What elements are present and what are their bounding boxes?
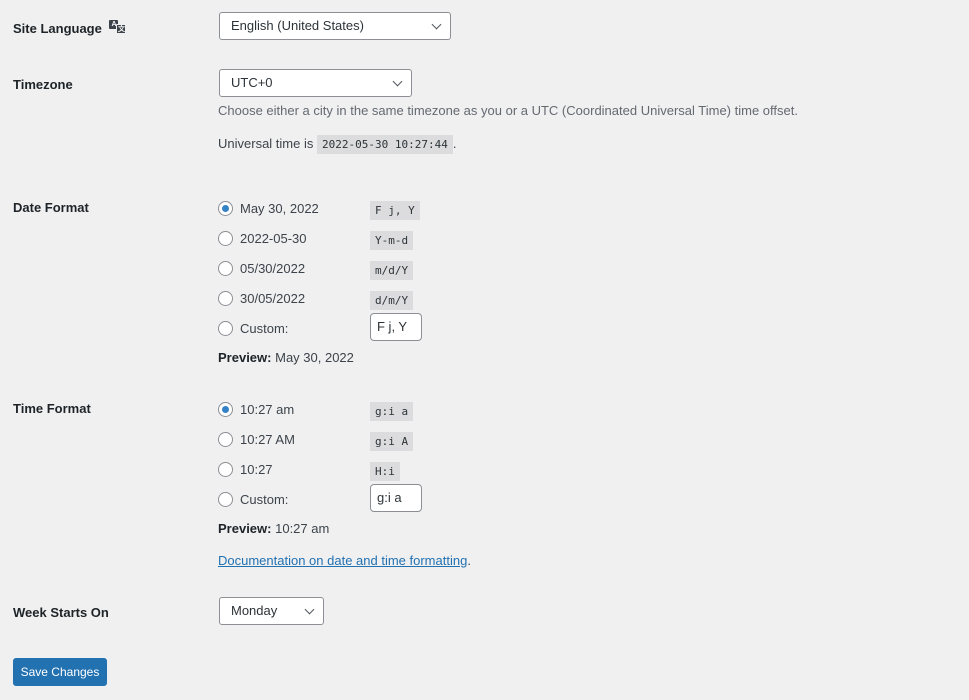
- date-option-label: 30/05/2022: [240, 291, 306, 306]
- time-option[interactable]: 10:27 am: [218, 402, 294, 417]
- time-custom-label: Custom:: [240, 492, 289, 507]
- time-preview-label: Preview:: [218, 521, 272, 536]
- date-custom-label: Custom:: [240, 321, 289, 336]
- chevron-down-icon: [431, 19, 442, 30]
- date-option[interactable]: 05/30/2022: [218, 261, 305, 276]
- date-format-label: Date Format: [13, 200, 89, 215]
- documentation-link-row: Documentation on date and time formattin…: [218, 553, 471, 568]
- universal-time-value: 2022-05-30 10:27:44: [316, 135, 453, 154]
- date-option-custom[interactable]: Custom:: [218, 321, 288, 336]
- radio-button[interactable]: [218, 321, 233, 336]
- time-format-label: Time Format: [13, 401, 91, 416]
- time-custom-input[interactable]: g:i a: [370, 484, 422, 512]
- universal-time-prefix: Universal time is: [218, 136, 314, 151]
- date-preview-label: Preview:: [218, 350, 272, 365]
- site-language-value: English (United States): [231, 18, 364, 33]
- time-option-label: 10:27 AM: [240, 432, 295, 447]
- date-format-code: F j, Y: [370, 201, 420, 220]
- radio-button[interactable]: [218, 231, 233, 246]
- date-format-code: Y-m-d: [370, 231, 414, 250]
- date-option-label: 05/30/2022: [240, 261, 306, 276]
- time-preview: Preview: 10:27 am: [218, 521, 329, 536]
- date-format-code: d/m/Y: [370, 291, 414, 310]
- radio-button[interactable]: [218, 432, 233, 447]
- week-starts-value: Monday: [231, 603, 278, 618]
- week-starts-select[interactable]: Monday: [219, 597, 324, 625]
- translate-icon: A文: [109, 20, 127, 34]
- date-option-label: 2022-05-30: [240, 231, 307, 246]
- site-language-label-text: Site Language: [13, 21, 102, 36]
- time-preview-value: 10:27 am: [275, 521, 330, 536]
- date-preview: Preview: May 30, 2022: [218, 350, 354, 365]
- radio-button[interactable]: [218, 492, 233, 507]
- date-preview-value: May 30, 2022: [275, 350, 354, 365]
- documentation-link[interactable]: Documentation on date and time formattin…: [218, 553, 467, 568]
- date-option-label: May 30, 2022: [240, 201, 319, 216]
- radio-button[interactable]: [218, 261, 233, 276]
- radio-button[interactable]: [218, 402, 233, 417]
- timezone-select[interactable]: UTC+0: [219, 69, 412, 97]
- universal-time-suffix: .: [452, 136, 457, 151]
- date-format-code: m/d/Y: [370, 261, 414, 280]
- time-format-code: g:i a: [370, 402, 414, 421]
- time-format-code: H:i: [370, 462, 400, 481]
- radio-button[interactable]: [218, 462, 233, 477]
- time-format-code: g:i A: [370, 432, 414, 451]
- time-option[interactable]: 10:27: [218, 462, 273, 477]
- time-option-label: 10:27 am: [240, 402, 295, 417]
- date-option[interactable]: 2022-05-30: [218, 231, 307, 246]
- date-option[interactable]: May 30, 2022: [218, 201, 319, 216]
- timezone-value: UTC+0: [231, 75, 273, 90]
- chevron-down-icon: [304, 604, 315, 615]
- save-changes-button[interactable]: Save Changes: [13, 658, 107, 686]
- date-option[interactable]: 30/05/2022: [218, 291, 305, 306]
- date-custom-input[interactable]: F j, Y: [370, 313, 422, 341]
- time-option-label: 10:27: [240, 462, 273, 477]
- time-option-custom[interactable]: Custom:: [218, 492, 288, 507]
- radio-button[interactable]: [218, 291, 233, 306]
- timezone-description: Choose either a city in the same timezon…: [218, 103, 798, 118]
- radio-button[interactable]: [218, 201, 233, 216]
- universal-time: Universal time is 2022-05-30 10:27:44.: [218, 135, 457, 154]
- week-starts-label: Week Starts On: [13, 605, 109, 620]
- chevron-down-icon: [392, 76, 403, 87]
- timezone-label: Timezone: [13, 77, 73, 92]
- time-option[interactable]: 10:27 AM: [218, 432, 295, 447]
- site-language-select[interactable]: English (United States): [219, 12, 451, 40]
- site-language-label: Site Language A文: [13, 20, 127, 36]
- documentation-link-suffix: .: [467, 553, 471, 568]
